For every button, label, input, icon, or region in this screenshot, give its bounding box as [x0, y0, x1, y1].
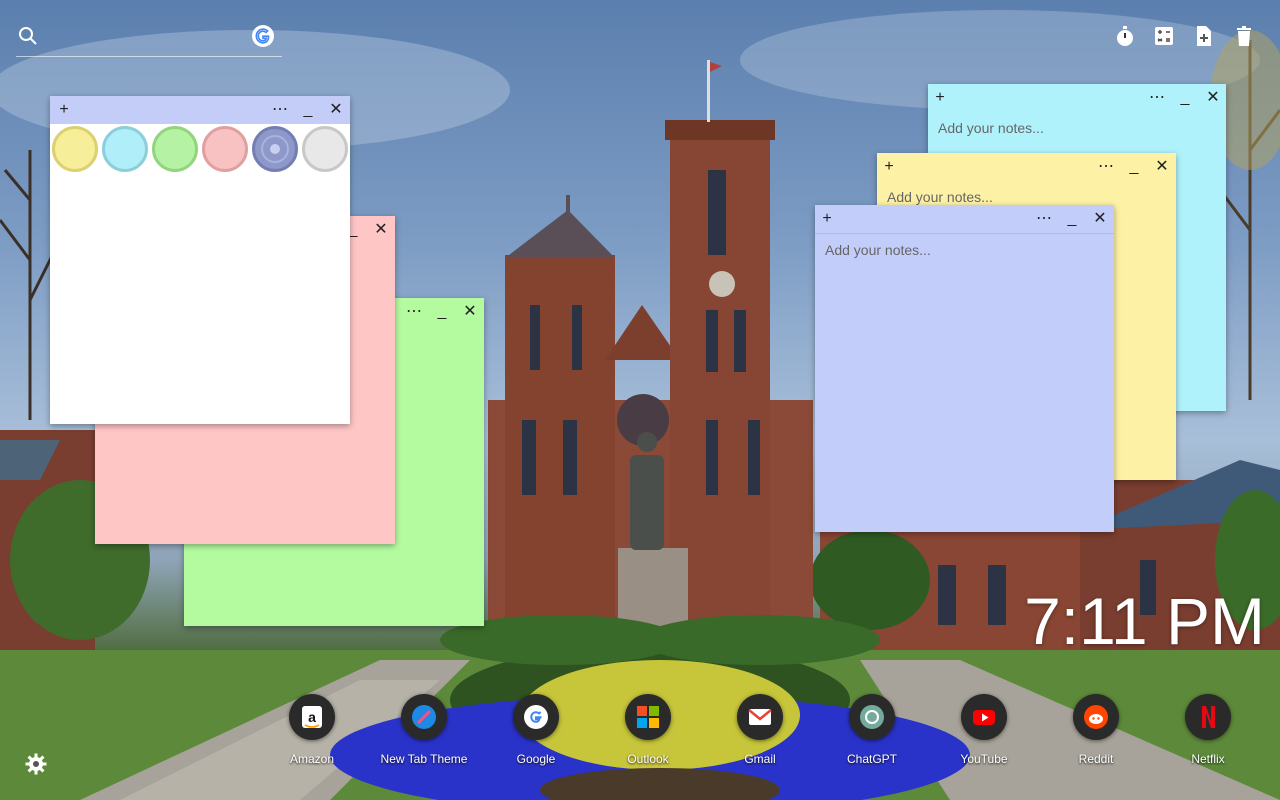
note-toolbar: + ⋯ _ ✕: [815, 205, 1114, 234]
app-label: Reddit: [1078, 752, 1114, 766]
app-label: YouTube: [960, 752, 1008, 766]
app-gmail[interactable]: Gmail: [710, 694, 810, 766]
app-chatgpt[interactable]: ChatGPT: [822, 694, 922, 766]
color-swatch-pink[interactable]: [202, 126, 248, 172]
search-bar: [16, 22, 282, 57]
note-toolbar: + ⋯ _ ✕: [928, 84, 1226, 112]
calculator-icon[interactable]: [1152, 24, 1176, 48]
add-note-icon[interactable]: +: [928, 84, 952, 112]
color-swatch-yellow[interactable]: [52, 126, 98, 172]
more-options-icon[interactable]: ⋯: [1032, 205, 1056, 233]
minimize-icon[interactable]: _: [1173, 84, 1197, 112]
close-icon[interactable]: ✕: [369, 216, 393, 244]
color-swatch-lavender-selected[interactable]: [252, 126, 298, 172]
app-new-tab-theme[interactable]: New Tab Theme: [374, 694, 474, 766]
app-label: New Tab Theme: [380, 752, 468, 766]
app-netflix[interactable]: Netflix: [1158, 694, 1258, 766]
close-icon[interactable]: ✕: [458, 298, 482, 326]
close-icon[interactable]: ✕: [1201, 84, 1225, 112]
add-note-icon[interactable]: +: [815, 205, 839, 233]
app-amazon[interactable]: a Amazon: [262, 694, 362, 766]
sticky-note-lavender[interactable]: + ⋯ _ ✕: [815, 205, 1114, 532]
google-icon[interactable]: [252, 25, 274, 47]
search-input[interactable]: [46, 26, 240, 50]
more-options-icon[interactable]: ⋯: [268, 96, 292, 124]
settings-gear-icon[interactable]: [24, 752, 48, 776]
color-swatch-green[interactable]: [152, 126, 198, 172]
timer-icon[interactable]: [1113, 24, 1137, 48]
app-label: Outlook: [627, 752, 669, 766]
clock: 7:11 PM: [1024, 584, 1265, 658]
close-icon[interactable]: ✕: [324, 96, 348, 124]
add-note-icon[interactable]: +: [52, 96, 76, 124]
minimize-icon[interactable]: _: [430, 298, 454, 326]
netflix-icon: [1185, 694, 1231, 740]
app-label: Google: [516, 752, 556, 766]
chatgpt-icon: [849, 694, 895, 740]
note-toolbar: + ⋯ _ ✕: [50, 96, 350, 124]
app-google[interactable]: Google: [486, 694, 586, 766]
reddit-icon: [1073, 694, 1119, 740]
close-icon[interactable]: ✕: [1150, 153, 1174, 181]
add-note-icon[interactable]: +: [877, 153, 901, 181]
more-options-icon[interactable]: ⋯: [1094, 153, 1118, 181]
app-label: Amazon: [289, 752, 335, 766]
note-toolbar: + ⋯ _ ✕: [877, 153, 1176, 181]
microsoft-icon: [625, 694, 671, 740]
app-label: ChatGPT: [846, 752, 897, 766]
note-text-area[interactable]: [815, 234, 1114, 532]
minimize-icon[interactable]: _: [1060, 205, 1084, 233]
minimize-icon[interactable]: _: [296, 96, 320, 124]
app-reddit[interactable]: Reddit: [1046, 694, 1146, 766]
new-note-icon[interactable]: [1192, 24, 1216, 48]
app-outlook[interactable]: Outlook: [598, 694, 698, 766]
more-options-icon[interactable]: ⋯: [402, 298, 426, 326]
youtube-icon: [961, 694, 1007, 740]
trash-icon[interactable]: [1232, 24, 1256, 48]
app-youtube[interactable]: YouTube: [934, 694, 1034, 766]
google-icon: [513, 694, 559, 740]
new-tab-theme-icon: [401, 694, 447, 740]
color-swatch-cyan[interactable]: [102, 126, 148, 172]
gmail-icon: [737, 694, 783, 740]
close-icon[interactable]: ✕: [1088, 205, 1112, 233]
search-icon: [18, 26, 38, 51]
svg-text:a: a: [308, 709, 316, 725]
minimize-icon[interactable]: _: [1122, 153, 1146, 181]
app-label: Gmail: [744, 752, 776, 766]
app-label: Netflix: [1191, 752, 1225, 766]
color-swatch-gray[interactable]: [302, 126, 348, 172]
amazon-icon: a: [289, 694, 335, 740]
more-options-icon[interactable]: ⋯: [1145, 84, 1169, 112]
